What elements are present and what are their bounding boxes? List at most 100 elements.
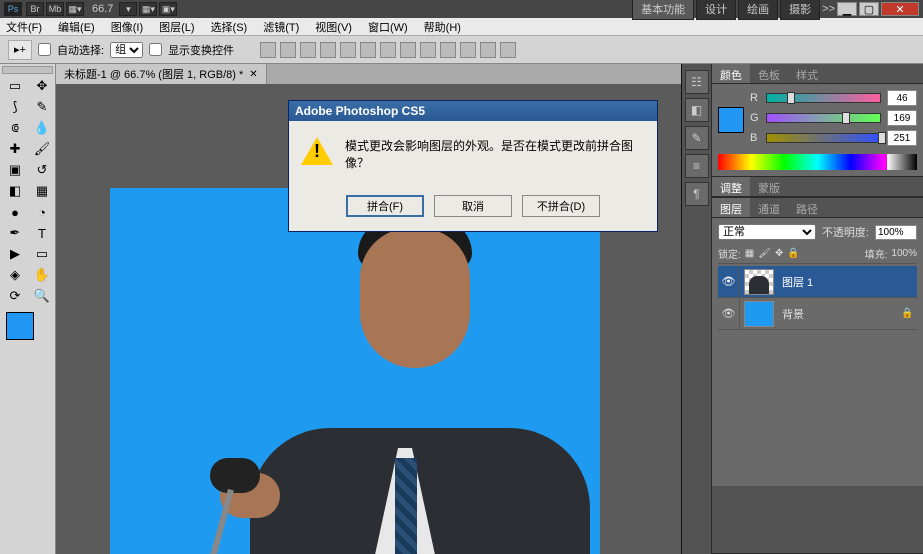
workspace-paint-tab[interactable]: 绘画 xyxy=(738,0,778,20)
marquee-tool[interactable]: ▭ xyxy=(2,76,28,96)
gradient-tool[interactable]: ▦ xyxy=(29,181,55,201)
align-icon[interactable] xyxy=(360,42,376,58)
fill-value[interactable]: 100% xyxy=(891,248,917,259)
path-select-tool[interactable]: ▶ xyxy=(2,244,28,264)
align-icon[interactable] xyxy=(320,42,336,58)
hand-tool[interactable]: ✋ xyxy=(29,265,55,285)
maximize-button[interactable]: ▢ xyxy=(859,2,879,16)
color-swatch[interactable] xyxy=(6,312,46,348)
menu-edit[interactable]: 编辑(E) xyxy=(58,19,95,35)
r-slider[interactable] xyxy=(766,93,881,103)
masks-tab[interactable]: 蒙版 xyxy=(750,177,788,196)
3d-tool[interactable]: ◈ xyxy=(2,265,28,285)
workspace-more[interactable]: >> xyxy=(822,3,835,15)
auto-select-mode-select[interactable]: 组 xyxy=(110,42,143,58)
panel-grip[interactable] xyxy=(2,66,53,74)
swatches-panel-tab[interactable]: 色板 xyxy=(750,64,788,83)
move-tool[interactable]: ✥ xyxy=(29,76,55,96)
align-icon[interactable] xyxy=(340,42,356,58)
dialog-title-bar[interactable]: Adobe Photoshop CS5 xyxy=(289,101,657,121)
visibility-toggle-icon[interactable]: 👁 xyxy=(718,266,740,297)
layers-tab[interactable]: 图层 xyxy=(712,198,750,217)
layer-item-background[interactable]: 👁 背景 🔒 xyxy=(718,298,917,330)
zoom-value[interactable]: 66.7 xyxy=(92,3,113,15)
distribute-icon[interactable] xyxy=(420,42,436,58)
crop-tool[interactable]: ⟃ xyxy=(2,118,28,138)
workspace-essentials-tab[interactable]: 基本功能 xyxy=(632,0,694,20)
minimize-button[interactable]: ▁ xyxy=(837,2,857,16)
text-tool[interactable]: T xyxy=(29,223,55,243)
document-tab[interactable]: 未标题-1 @ 66.7% (图层 1, RGB/8) * ✕ xyxy=(56,64,267,84)
zoom-tool[interactable]: 🔍 xyxy=(29,286,55,306)
pen-tool[interactable]: ✒ xyxy=(2,223,28,243)
distribute-icon[interactable] xyxy=(460,42,476,58)
dodge-tool[interactable]: ◔ xyxy=(29,202,55,222)
layer-name[interactable]: 背景 xyxy=(778,306,901,322)
move-tool-icon[interactable]: ▸+ xyxy=(8,40,32,60)
adjustments-tab[interactable]: 调整 xyxy=(712,177,750,196)
b-slider[interactable] xyxy=(766,133,881,143)
quick-select-tool[interactable]: ✎ xyxy=(29,97,55,117)
show-transform-checkbox[interactable] xyxy=(149,43,162,56)
align-icon[interactable] xyxy=(260,42,276,58)
swatches-panel-icon[interactable]: ◧ xyxy=(685,98,709,122)
distribute-icon[interactable] xyxy=(380,42,396,58)
canvas[interactable]: Adobe Photoshop CS5 ! 模式更改会影响图层的外观。是否在模式… xyxy=(56,84,681,554)
visibility-toggle-icon[interactable]: 👁 xyxy=(718,298,740,329)
b-value[interactable]: 251 xyxy=(887,130,917,146)
color-panel-tab[interactable]: 颜色 xyxy=(712,64,750,83)
paths-tab[interactable]: 路径 xyxy=(788,198,826,217)
close-button[interactable]: ✕ xyxy=(881,2,919,16)
g-value[interactable]: 169 xyxy=(887,110,917,126)
r-value[interactable]: 46 xyxy=(887,90,917,106)
opacity-value[interactable]: 100% xyxy=(875,225,917,240)
arrange-docs-button[interactable]: ▦▾ xyxy=(139,2,157,16)
g-slider[interactable] xyxy=(766,113,881,123)
menu-help[interactable]: 帮助(H) xyxy=(424,19,461,35)
character-panel-icon[interactable]: ¶ xyxy=(685,182,709,206)
menu-select[interactable]: 选择(S) xyxy=(211,19,248,35)
workspace-design-tab[interactable]: 设计 xyxy=(696,0,736,20)
shape-tool[interactable]: ▭ xyxy=(29,244,55,264)
brush-panel-icon[interactable]: ✎ xyxy=(685,126,709,150)
menu-layer[interactable]: 图层(L) xyxy=(159,19,194,35)
layer-thumbnail[interactable] xyxy=(744,269,774,295)
rotate-tool[interactable]: ⟳ xyxy=(2,286,28,306)
screen-button[interactable]: ▣▾ xyxy=(159,2,177,16)
auto-select-checkbox[interactable] xyxy=(38,43,51,56)
menu-view[interactable]: 视图(V) xyxy=(315,19,352,35)
menu-filter[interactable]: 滤镜(T) xyxy=(263,19,299,35)
mb-button[interactable]: Mb xyxy=(46,2,64,16)
distribute-icon[interactable] xyxy=(480,42,496,58)
lock-transparency-icon[interactable]: ▦ xyxy=(745,248,754,259)
menu-file[interactable]: 文件(F) xyxy=(6,19,42,35)
layer-name[interactable]: 图层 1 xyxy=(778,274,917,290)
screen-mode-button[interactable]: ▦▾ xyxy=(66,2,84,16)
flatten-button[interactable]: 拼合(F) xyxy=(346,195,424,217)
align-icon[interactable] xyxy=(300,42,316,58)
color-preview-swatch[interactable] xyxy=(718,107,744,133)
br-button[interactable]: Br xyxy=(26,2,44,16)
history-brush-tool[interactable]: ↺ xyxy=(29,160,55,180)
styles-panel-tab[interactable]: 样式 xyxy=(788,64,826,83)
blur-tool[interactable]: ● xyxy=(2,202,28,222)
distribute-icon[interactable] xyxy=(400,42,416,58)
healing-tool[interactable]: ✚ xyxy=(2,139,28,159)
channels-tab[interactable]: 通道 xyxy=(750,198,788,217)
lock-all-icon[interactable]: 🔒 xyxy=(787,248,799,259)
brush-tool[interactable]: 🖌 xyxy=(29,139,55,159)
auto-align-icon[interactable] xyxy=(500,42,516,58)
zoom-slider-button[interactable]: ▾ xyxy=(119,2,137,16)
spectrum-picker[interactable] xyxy=(718,154,917,170)
menu-image[interactable]: 图像(I) xyxy=(111,19,143,35)
lock-pixels-icon[interactable]: 🖌 xyxy=(758,248,771,259)
lasso-tool[interactable]: ⟆ xyxy=(2,97,28,117)
history-panel-icon[interactable]: ☷ xyxy=(685,70,709,94)
layer-thumbnail[interactable] xyxy=(744,301,774,327)
layer-item-1[interactable]: 👁 图层 1 xyxy=(718,266,917,298)
cancel-button[interactable]: 取消 xyxy=(434,195,512,217)
styles-panel-icon[interactable]: ≡ xyxy=(685,154,709,178)
align-icon[interactable] xyxy=(280,42,296,58)
menu-window[interactable]: 窗口(W) xyxy=(368,19,408,35)
distribute-icon[interactable] xyxy=(440,42,456,58)
